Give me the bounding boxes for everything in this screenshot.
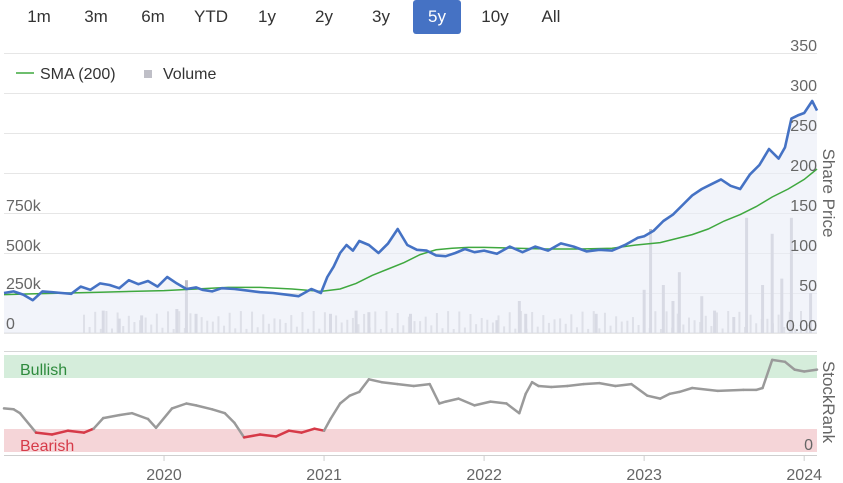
stockrank-segment [380, 380, 399, 386]
price-tick-label: 50 [799, 278, 817, 295]
x-tick-label: 2020 [146, 467, 182, 483]
price-fill [4, 101, 817, 333]
price-area [4, 101, 817, 333]
stockrank-segment [582, 381, 601, 386]
stockrank-segment [358, 378, 371, 394]
volume-legend-label: Volume [163, 66, 216, 83]
stockrank-segment [658, 392, 672, 400]
stockrank-segment [223, 411, 236, 425]
x-tick-label: 2021 [306, 467, 342, 483]
stockrank-segment [646, 394, 662, 400]
stockrank-segment [505, 402, 521, 415]
stockrank-tick-label: 0 [804, 437, 813, 454]
price-tick-label: 350 [790, 38, 817, 55]
stockrank-segment [444, 397, 460, 403]
stockrank-segment [678, 386, 694, 394]
price-tick-label: 150 [790, 198, 817, 215]
stockrank-segment [146, 417, 158, 430]
stockrank-segment [348, 390, 361, 397]
stockrank-segment [537, 384, 553, 389]
stockrank-segment [690, 386, 720, 393]
stockrank-segment [101, 413, 121, 420]
share-price-axis-title: Share Price [819, 149, 838, 238]
stockrank-axis-title: StockRank [819, 361, 838, 444]
stockrank-segment [170, 402, 188, 410]
stockrank-segment [338, 394, 351, 405]
bearish-band [4, 429, 817, 452]
volume-tick-label: 250k [6, 276, 42, 293]
price-tick-label: 200 [790, 158, 817, 175]
stockrank-segment [154, 407, 174, 430]
stockrank-segment [457, 397, 476, 407]
price-tick-label: 0.00 [786, 318, 817, 335]
stockrank-segment [194, 404, 214, 411]
sma-legend-label: SMA (200) [40, 66, 116, 83]
x-tick-label: 2023 [626, 467, 662, 483]
x-tick-label: 2024 [786, 467, 822, 483]
stockrank-segment [668, 390, 681, 396]
stockrank-segment [566, 382, 585, 388]
stockrank-segment [329, 402, 342, 421]
volume-tick-label: 500k [6, 238, 42, 255]
stockrank-segment [518, 392, 527, 415]
stockrank-segment [412, 382, 431, 388]
price-tick-label: 100 [790, 238, 817, 255]
stockrank-segment [598, 381, 617, 388]
x-tick-label: 2022 [466, 467, 502, 483]
chart-legend: SMA (200) Volume [16, 66, 216, 83]
stockrank-segment [428, 382, 441, 405]
price-tick-label: 300 [790, 78, 817, 95]
stockrank-segment [489, 400, 508, 405]
stockrank-segment [716, 388, 745, 393]
stockrank-segment [550, 384, 569, 389]
stockrank-segment [322, 417, 332, 432]
stockrank-panel: Bullish Bearish 0 StockRank [2, 351, 838, 455]
stock-chart: SMA (200) Volume 0.00 50 100 150 200 250 300 350… [2, 38, 838, 483]
volume-legend-swatch [144, 70, 152, 78]
volume-tick-label: 0 [6, 316, 15, 333]
volume-tick-label: 750k [6, 198, 42, 215]
stockrank-segment [614, 382, 633, 388]
stockrank-segment [524, 380, 534, 396]
stockrank-segment [92, 416, 105, 430]
stockrank-segment [367, 378, 383, 384]
time-axis: 2020 2021 2022 2023 2024 [4, 455, 822, 483]
stockrank-segment [130, 411, 150, 421]
stockrank-segment [117, 411, 134, 417]
stockrank-segment [473, 400, 492, 407]
price-tick-label: 250 [790, 118, 817, 135]
bearish-label: Bearish [20, 438, 74, 455]
stockrank-segment [2, 407, 15, 411]
stockrank-segment [396, 382, 415, 388]
bullish-band [4, 355, 817, 378]
stockrank-segment [185, 402, 198, 407]
stockrank-segment [630, 382, 649, 397]
bullish-label: Bullish [20, 362, 67, 379]
stockrank-segment [210, 408, 227, 415]
